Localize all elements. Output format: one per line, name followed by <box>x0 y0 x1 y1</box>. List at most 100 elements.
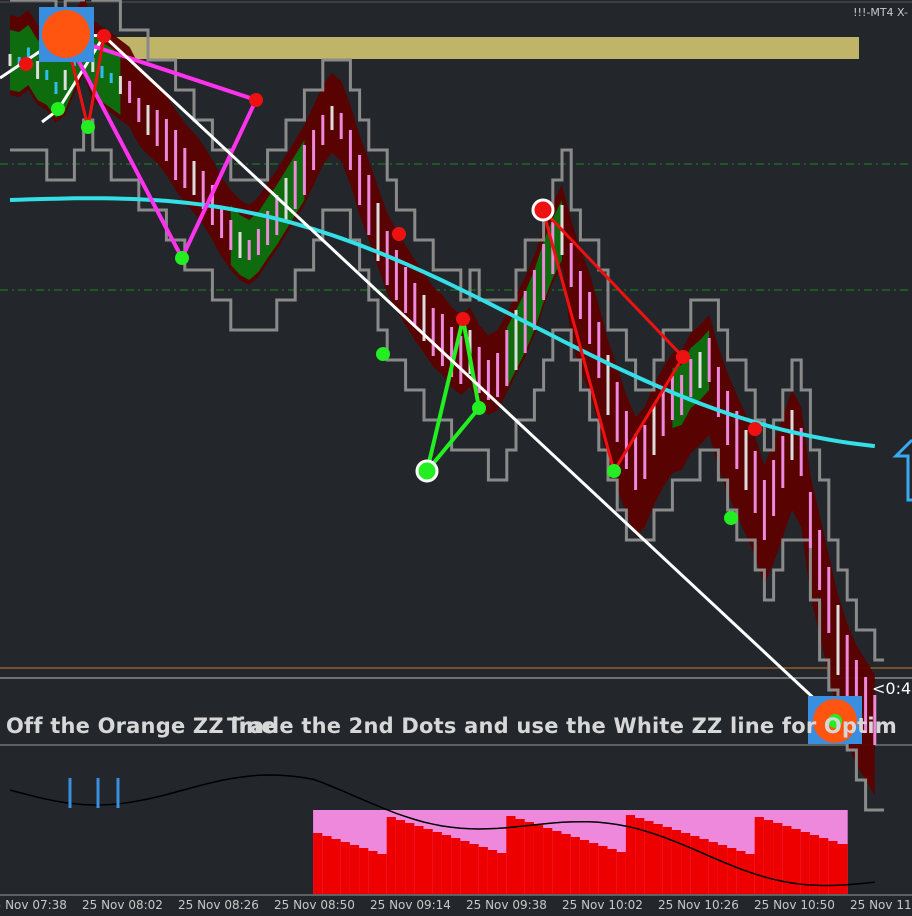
overlay-text-trade-dots: Trade the 2nd Dots and use the White ZZ … <box>227 714 897 738</box>
histogram-bar-red <box>414 826 425 894</box>
histogram-bar-red <box>598 846 609 894</box>
histogram-bar-red <box>736 851 747 894</box>
white-ring-green-dot <box>415 459 439 483</box>
candle <box>735 411 739 469</box>
candle <box>440 314 444 366</box>
histogram-bar-red <box>441 835 453 894</box>
green-signal-dot <box>607 464 621 478</box>
histogram-bar-red <box>395 820 407 894</box>
histogram-bar-red <box>377 854 388 894</box>
candle <box>698 352 702 388</box>
histogram-bar-red <box>386 817 397 894</box>
red-signal-dot <box>748 422 762 436</box>
histogram-bar-red <box>469 844 480 894</box>
candle <box>753 451 757 513</box>
green-signal-dot <box>81 120 95 134</box>
time-axis: 25 Nov 07:38 25 Nov 08:02 25 Nov 08:26 25 N… <box>0 896 912 916</box>
x-tick-label: 25 Nov 10:50 <box>754 898 835 912</box>
red-signal-dot <box>19 57 33 71</box>
green-signal-dot <box>472 401 486 415</box>
histogram-bar-red <box>708 842 719 894</box>
histogram-bar-red <box>837 844 848 894</box>
candle <box>192 161 196 195</box>
histogram-bar-red <box>727 848 738 894</box>
candle <box>624 411 628 469</box>
histogram-bar-red <box>773 823 784 894</box>
candle <box>588 292 592 344</box>
histogram-bar-red <box>478 847 489 894</box>
candle <box>63 70 67 90</box>
x-tick-label: 25 Nov 08:26 <box>178 898 259 912</box>
histogram-bar-red <box>524 822 535 894</box>
candle <box>808 492 812 548</box>
price-chart[interactable] <box>0 0 912 916</box>
candle <box>220 206 224 238</box>
candle <box>238 232 242 258</box>
histogram-bar-red <box>349 845 361 894</box>
window-corner-label: !!!-MT4 X- <box>853 6 908 19</box>
candle <box>174 130 178 180</box>
histogram-bar-red <box>497 853 508 894</box>
candle <box>431 308 435 356</box>
candle <box>155 110 159 146</box>
histogram-bar-red <box>754 817 765 894</box>
candle <box>413 283 417 327</box>
histogram-bar-red <box>487 850 499 894</box>
histogram-bar-red <box>313 833 324 894</box>
candle <box>36 61 40 79</box>
white-ring-red-dot <box>531 198 555 222</box>
candle <box>597 322 601 378</box>
candle <box>45 70 49 80</box>
candle <box>348 130 352 170</box>
red-signal-dot <box>97 29 111 43</box>
candle <box>689 359 693 397</box>
histogram-bar-red <box>579 840 591 894</box>
candle <box>302 145 306 195</box>
histogram-bar-red <box>717 845 729 894</box>
histogram-bar-red <box>671 830 683 894</box>
candle <box>505 330 509 386</box>
candle <box>118 76 122 94</box>
histogram-bar-red <box>368 851 379 894</box>
candle <box>100 66 104 78</box>
candle <box>744 430 748 490</box>
x-tick-label: 25 Nov 07:38 <box>0 898 67 912</box>
candle <box>312 130 316 170</box>
candle <box>128 81 132 103</box>
bar-timer: <0:4 <box>872 679 912 698</box>
histogram-bar-red <box>570 837 581 894</box>
candle <box>707 338 711 382</box>
candle <box>146 105 150 135</box>
candle <box>137 98 141 122</box>
green-signal-dot <box>376 347 390 361</box>
candle <box>818 530 822 590</box>
candle <box>615 382 619 442</box>
x-tick-label: 25 Nov 09:38 <box>466 898 547 912</box>
histogram-bar-red <box>322 836 333 894</box>
candle <box>275 195 279 235</box>
histogram-bar-red <box>782 826 793 894</box>
histogram-bar-red <box>405 823 416 894</box>
candle <box>634 434 638 490</box>
x-tick-label: 25 Nov 11:14 <box>850 898 912 912</box>
candle <box>652 405 656 455</box>
x-tick-label: 25 Nov 09:14 <box>370 898 451 912</box>
candle <box>845 635 849 701</box>
green-signal-dot <box>724 511 738 525</box>
candle <box>762 480 766 540</box>
candle <box>496 353 500 397</box>
histogram-bar-red <box>543 828 554 894</box>
histogram-bar-red <box>359 848 370 894</box>
x-tick-label: 25 Nov 10:26 <box>658 898 739 912</box>
candle <box>164 119 168 161</box>
candle <box>726 391 730 445</box>
x-tick-label: 25 Nov 08:50 <box>274 898 355 912</box>
candle <box>404 267 408 313</box>
red-signal-dot <box>249 93 263 107</box>
histogram-bar-red <box>432 832 443 894</box>
x-tick-label: 25 Nov 08:02 <box>82 898 163 912</box>
candle <box>772 460 776 516</box>
histogram-bar-red <box>331 839 342 894</box>
candle <box>183 148 187 188</box>
candle <box>54 82 58 94</box>
